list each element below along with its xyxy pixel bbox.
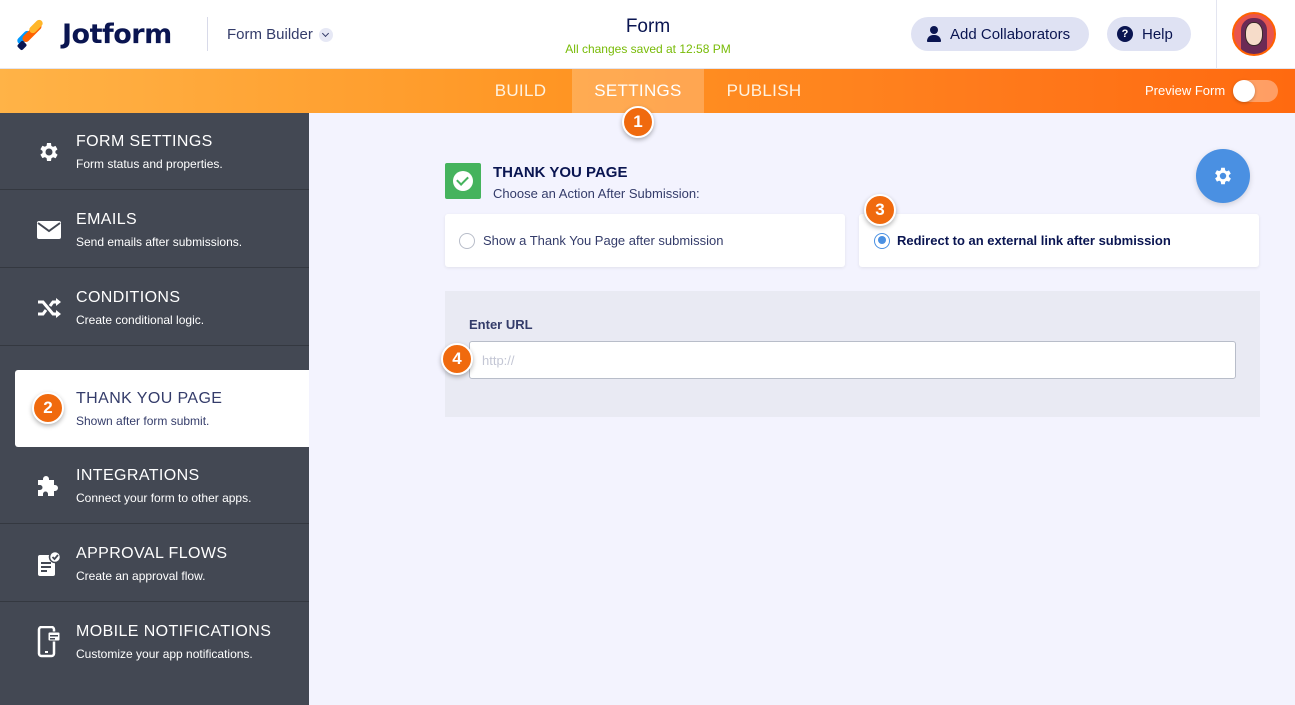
form-builder-dropdown[interactable]: Form Builder bbox=[227, 26, 333, 43]
gear-icon bbox=[36, 139, 62, 165]
step-badge-1: 1 bbox=[622, 106, 654, 138]
sidebar-item-title: APPROVAL FLOWS bbox=[76, 545, 228, 562]
sidebar-item-form-settings[interactable]: FORM SETTINGS Form status and properties… bbox=[0, 113, 309, 190]
url-input[interactable] bbox=[469, 341, 1236, 379]
preview-form-label: Preview Form bbox=[1145, 83, 1226, 98]
sidebar-item-title: INTEGRATIONS bbox=[76, 467, 200, 484]
sidebar-item-mobile-notifications[interactable]: MOBILE NOTIFICATIONS Customize your app … bbox=[0, 603, 309, 680]
help-label: Help bbox=[1142, 25, 1173, 43]
sidebar-item-subtitle: Send emails after submissions. bbox=[76, 235, 243, 249]
section-title: THANK YOU PAGE bbox=[493, 164, 628, 181]
user-avatar[interactable] bbox=[1232, 12, 1276, 56]
chevron-down-icon bbox=[318, 27, 333, 42]
form-builder-label: Form Builder bbox=[227, 26, 313, 43]
radio-redirect-external[interactable] bbox=[874, 232, 890, 249]
sidebar-item-subtitle: Customize your app notifications. bbox=[76, 647, 253, 661]
top-header: Jotform Form Builder Form All changes sa… bbox=[0, 0, 1295, 69]
option-label: Show a Thank You Page after submission bbox=[483, 233, 724, 248]
header-divider bbox=[207, 17, 208, 51]
jotform-logo[interactable]: Jotform bbox=[15, 18, 172, 51]
save-status: All changes saved at 12:58 PM bbox=[565, 42, 731, 56]
puzzle-icon bbox=[36, 473, 62, 499]
thank-you-page-icon bbox=[445, 163, 481, 199]
sidebar-item-title: FORM SETTINGS bbox=[76, 133, 213, 150]
question-icon: ? bbox=[1117, 26, 1133, 42]
sidebar-item-subtitle: Create conditional logic. bbox=[76, 313, 205, 327]
jotform-logo-icon bbox=[15, 18, 48, 51]
sidebar-item-integrations[interactable]: INTEGRATIONS Connect your form to other … bbox=[0, 447, 309, 524]
preview-form-toggle[interactable] bbox=[1233, 80, 1278, 102]
step-badge-4: 4 bbox=[441, 343, 473, 375]
radio-thank-you-page[interactable] bbox=[459, 232, 475, 249]
step-badge-2: 2 bbox=[32, 392, 64, 424]
envelope-icon bbox=[36, 217, 62, 243]
toggle-knob bbox=[1233, 80, 1255, 102]
sidebar-item-emails[interactable]: EMAILS Send emails after submissions. bbox=[0, 191, 309, 268]
sidebar-item-subtitle: Shown after form submit. bbox=[76, 414, 210, 428]
sidebar-item-approval-flows[interactable]: APPROVAL FLOWS Create an approval flow. bbox=[0, 525, 309, 602]
gear-icon bbox=[1215, 167, 1231, 185]
tab-build[interactable]: BUILD bbox=[482, 69, 559, 113]
form-title[interactable]: Form bbox=[560, 16, 736, 38]
tab-publish[interactable]: PUBLISH bbox=[716, 69, 812, 113]
sidebar-item-conditions[interactable]: CONDITIONS Create conditional logic. bbox=[0, 269, 309, 346]
sidebar-item-subtitle: Create an approval flow. bbox=[76, 569, 206, 583]
section-subtitle: Choose an Action After Submission: bbox=[493, 186, 700, 201]
mobile-icon bbox=[36, 626, 62, 658]
brand-name: Jotform bbox=[62, 18, 172, 50]
sidebar-item-title: CONDITIONS bbox=[76, 289, 181, 306]
sidebar-item-title: MOBILE NOTIFICATIONS bbox=[76, 623, 272, 640]
shuffle-icon bbox=[36, 295, 62, 321]
builder-nav: BUILD SETTINGS PUBLISH Preview Form bbox=[0, 69, 1295, 113]
sidebar-item-subtitle: Connect your form to other apps. bbox=[76, 491, 252, 505]
sidebar-item-title: THANK YOU PAGE bbox=[76, 390, 223, 407]
add-collaborators-button[interactable]: Add Collaborators bbox=[911, 17, 1089, 51]
check-icon bbox=[453, 171, 473, 191]
sidebar-item-subtitle: Form status and properties. bbox=[76, 157, 223, 171]
add-collaborators-label: Add Collaborators bbox=[950, 25, 1071, 43]
approval-icon bbox=[36, 551, 62, 577]
thank-you-settings-button[interactable] bbox=[1196, 149, 1250, 203]
help-button[interactable]: ? Help bbox=[1107, 17, 1191, 51]
option-redirect-external[interactable]: Redirect to an external link after submi… bbox=[859, 214, 1259, 267]
step-badge-3: 3 bbox=[864, 194, 896, 226]
url-label: Enter URL bbox=[469, 317, 533, 332]
option-label: Redirect to an external link after submi… bbox=[897, 233, 1171, 248]
option-thank-you-page[interactable]: Show a Thank You Page after submission bbox=[445, 214, 845, 267]
person-icon bbox=[927, 26, 941, 42]
header-divider-right bbox=[1216, 0, 1217, 69]
sidebar-item-title: EMAILS bbox=[76, 211, 138, 228]
